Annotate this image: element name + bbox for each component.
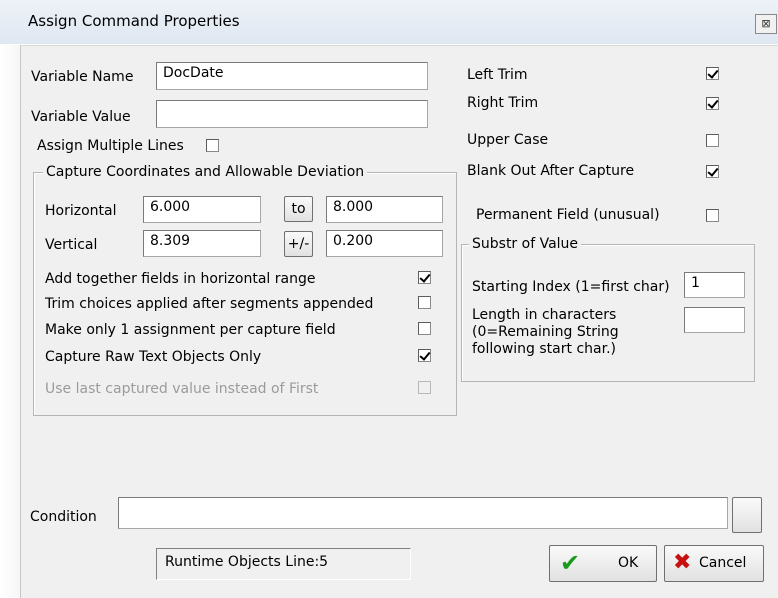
horizontal-from-input[interactable]: 6.000: [143, 196, 261, 223]
x-icon: ✖: [673, 550, 692, 575]
substr-group-legend: Substr of Value: [469, 236, 582, 252]
condition-input[interactable]: [118, 497, 728, 529]
to-button[interactable]: to: [284, 196, 313, 222]
condition-label: Condition: [30, 509, 97, 525]
right-trim-label: Right Trim: [467, 95, 539, 111]
assign-multiple-checkbox[interactable]: [206, 139, 219, 152]
ok-button[interactable]: ✔ OK: [549, 545, 657, 582]
left-trim-label: Left Trim: [467, 67, 528, 83]
window-title: Assign Command Properties: [28, 12, 240, 30]
cancel-button[interactable]: ✖ Cancel: [664, 545, 764, 582]
horizontal-to-input[interactable]: 8.000: [326, 196, 443, 223]
option-checkbox[interactable]: [418, 271, 431, 284]
vertical-label: Vertical: [45, 237, 98, 253]
permanent-field-checkbox[interactable]: [706, 209, 719, 222]
status-field: Runtime Objects Line:5: [156, 548, 411, 580]
length-label: Length in characters (0=Remaining String…: [472, 307, 619, 358]
permanent-field-label: Permanent Field (unusual): [476, 207, 660, 223]
option-label: Add together fields in horizontal range: [45, 271, 316, 287]
plusminus-button[interactable]: +/-: [284, 231, 313, 257]
length-input[interactable]: [684, 307, 745, 333]
blank-out-label: Blank Out After Capture: [467, 163, 635, 179]
variable-name-input[interactable]: DocDate: [156, 62, 428, 90]
option-label: Make only 1 assignment per capture field: [45, 322, 336, 338]
right-trim-checkbox[interactable]: [706, 97, 719, 110]
option-checkbox[interactable]: [418, 322, 431, 335]
length-label-line: Length in characters: [472, 307, 617, 323]
ok-label: OK: [618, 555, 639, 571]
option-label: Capture Raw Text Objects Only: [45, 349, 262, 365]
starting-index-input[interactable]: 1: [684, 272, 745, 298]
variable-value-label: Variable Value: [31, 109, 131, 125]
option-checkbox[interactable]: [418, 296, 431, 309]
option-checkbox-disabled: [418, 381, 431, 394]
assign-multiple-label: Assign Multiple Lines: [37, 138, 184, 154]
variable-name-label: Variable Name: [31, 69, 134, 85]
vertical-deviation-input[interactable]: 0.200: [326, 230, 443, 257]
check-icon: ✔: [560, 549, 581, 577]
upper-case-checkbox[interactable]: [706, 134, 719, 147]
close-icon[interactable]: ⊠: [755, 14, 777, 34]
horizontal-label: Horizontal: [45, 203, 117, 219]
vertical-input[interactable]: 8.309: [143, 230, 261, 257]
option-label-disabled: Use last captured value instead of First: [45, 381, 319, 397]
upper-case-label: Upper Case: [467, 132, 549, 148]
option-checkbox[interactable]: [418, 349, 431, 362]
window-edge: [0, 45, 20, 597]
cancel-label: Cancel: [699, 555, 747, 571]
option-label: Trim choices applied after segments appe…: [45, 296, 374, 312]
capture-group-legend: Capture Coordinates and Allowable Deviat…: [43, 164, 368, 180]
variable-value-input[interactable]: [156, 100, 428, 128]
blank-out-checkbox[interactable]: [706, 165, 719, 178]
condition-browse-button[interactable]: [732, 497, 762, 533]
length-label-line: following start char.): [472, 341, 616, 357]
length-label-line: (0=Remaining String: [472, 324, 619, 340]
left-trim-checkbox[interactable]: [706, 67, 719, 80]
starting-index-label: Starting Index (1=first char): [472, 279, 670, 295]
